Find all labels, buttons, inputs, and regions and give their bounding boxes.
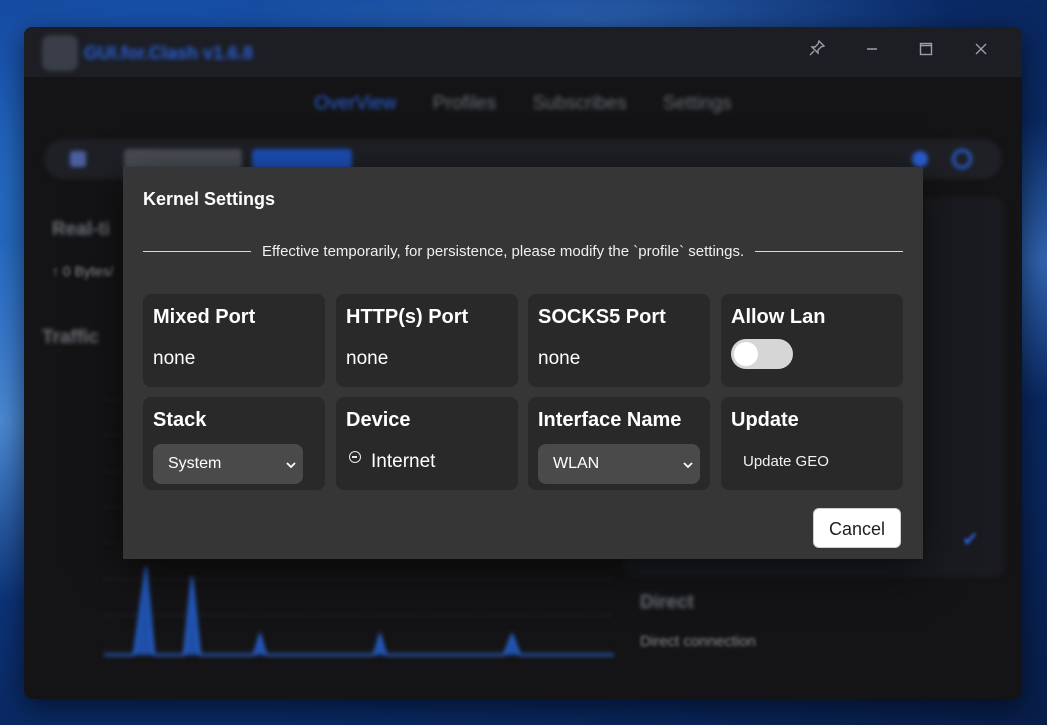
stack-label: Stack: [153, 409, 207, 431]
minimize-icon[interactable]: [859, 39, 885, 65]
realtime-stat: ↑ 0 Bytes/: [52, 263, 114, 279]
persistence-notice: Effective temporarily, for persistence, …: [262, 242, 745, 260]
dialog-title: Kernel Settings: [143, 189, 276, 209]
direct-heading: Direct: [640, 592, 694, 613]
mixed-port-label: Mixed Port: [153, 306, 256, 328]
tab-profiles[interactable]: Profiles: [433, 93, 496, 115]
stack-select[interactable]: System: [153, 444, 303, 484]
app-title: GUI.for.Clash v1.6.8: [84, 43, 254, 63]
mode-chip[interactable]: [124, 149, 242, 169]
realtime-heading: Real-ti: [52, 219, 111, 240]
allow-lan-label: Allow Lan: [731, 306, 826, 328]
pin-icon[interactable]: [804, 39, 830, 65]
update-card: Update Update GEO: [721, 397, 903, 490]
app-logo: [42, 35, 78, 71]
update-geo-button[interactable]: Update GEO: [743, 453, 829, 470]
stack-card: Stack System: [143, 397, 325, 490]
interface-name-select[interactable]: WLAN: [538, 444, 700, 484]
http-port-card: HTTP(s) Port none: [336, 294, 518, 387]
allow-lan-card: Allow Lan: [721, 294, 903, 387]
selected-check-icon: ✔: [962, 529, 979, 551]
tab-settings[interactable]: Settings: [663, 93, 732, 115]
device-value: Internet: [371, 451, 436, 472]
divider-line-left: [143, 250, 251, 252]
direct-subtitle: Direct connection: [640, 633, 756, 650]
allow-lan-toggle[interactable]: [731, 339, 793, 369]
mixed-port-value: none: [153, 348, 196, 369]
http-port-value: none: [346, 348, 389, 369]
interface-name-card: Interface Name WLAN: [528, 397, 710, 490]
interface-name-label: Interface Name: [538, 409, 682, 431]
power-icon[interactable]: [952, 149, 972, 169]
chevron-down-icon: [682, 444, 694, 484]
chevron-down-icon: [285, 444, 297, 484]
maximize-icon[interactable]: [913, 39, 939, 65]
socks5-port-card: SOCKS5 Port none: [528, 294, 710, 387]
kernel-settings-dialog: Kernel Settings Effective temporarily, f…: [123, 167, 923, 559]
divider-line-right: [755, 250, 903, 252]
cancel-button[interactable]: Cancel: [813, 508, 901, 548]
menu-icon[interactable]: [70, 151, 86, 167]
socks5-port-value: none: [538, 348, 581, 369]
status-chip[interactable]: [252, 149, 352, 169]
socks5-port-label: SOCKS5 Port: [538, 306, 666, 328]
close-icon[interactable]: [968, 39, 994, 65]
device-label: Device: [346, 409, 411, 431]
main-nav: OverView Profiles Subscribes Settings: [24, 93, 1022, 123]
network-status-icon: [349, 451, 361, 463]
settings-dot-icon[interactable]: [912, 151, 928, 167]
toggle-knob: [734, 342, 758, 366]
title-bar[interactable]: GUI.for.Clash v1.6.8: [24, 27, 1022, 77]
notice-divider: Effective temporarily, for persistence, …: [143, 241, 903, 261]
device-card: Device Internet: [336, 397, 518, 490]
tab-overview[interactable]: OverView: [314, 93, 396, 115]
traffic-heading: Traffic: [42, 327, 100, 348]
interface-selected-value: WLAN: [553, 455, 600, 472]
http-port-label: HTTP(s) Port: [346, 306, 469, 328]
update-label: Update: [731, 409, 799, 431]
tab-subscribes[interactable]: Subscribes: [533, 93, 627, 115]
mixed-port-card: Mixed Port none: [143, 294, 325, 387]
stack-selected-value: System: [168, 455, 222, 472]
